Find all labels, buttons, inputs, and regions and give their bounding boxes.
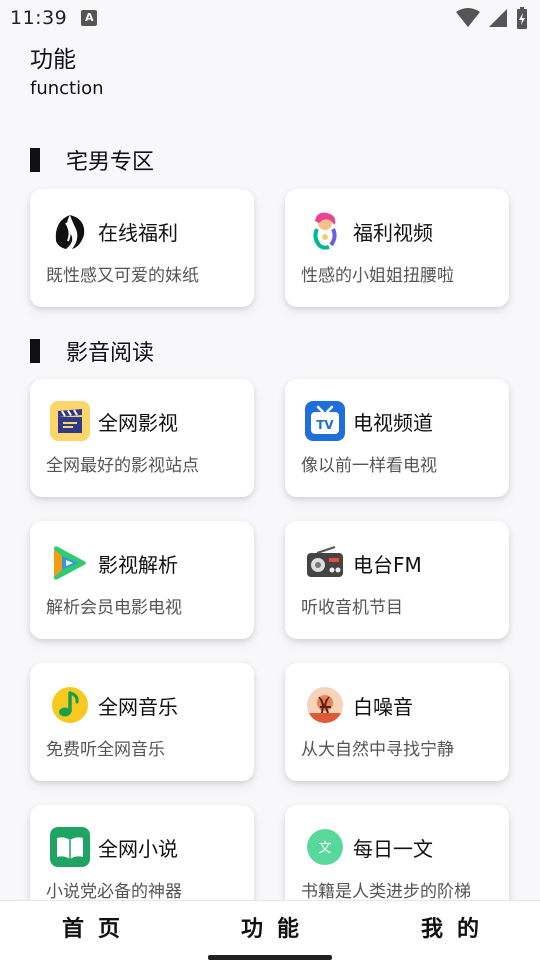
card-title: 电台FM xyxy=(353,553,422,577)
notification-a-icon: A xyxy=(81,10,98,26)
card-white-noise[interactable]: 白噪音 从大自然中寻找宁静 xyxy=(285,663,509,781)
page-subtitle: function xyxy=(30,78,104,99)
svg-text:TV: TV xyxy=(316,418,334,432)
black-swirl-logo-icon xyxy=(52,213,88,249)
nav-mine[interactable]: 我的 xyxy=(421,911,493,943)
nav-function[interactable]: 功能 xyxy=(241,911,313,943)
colorful-girl-sticker-icon xyxy=(313,212,337,250)
card-title: 每日一文 xyxy=(353,837,433,861)
status-left: 11:39 A xyxy=(10,7,98,29)
card-title: 全网小说 xyxy=(98,837,178,861)
card-title: 在线福利 xyxy=(98,221,178,245)
card-desc: 解析会员电影电视 xyxy=(46,598,182,618)
card-desc: 免费听全网音乐 xyxy=(46,740,165,760)
section-title: 影音阅读 xyxy=(66,341,155,366)
section-header-media: 影音阅读 xyxy=(30,335,154,367)
card-title: 电视频道 xyxy=(353,411,433,435)
card-title: 白噪音 xyxy=(353,695,413,719)
svg-text:文: 文 xyxy=(318,841,331,856)
home-indicator[interactable] xyxy=(208,955,332,960)
card-desc: 像以前一样看电视 xyxy=(301,456,437,476)
status-right xyxy=(456,7,528,29)
section-header-zhainan: 宅男专区 xyxy=(30,144,154,176)
sunset-deer-icon xyxy=(307,687,343,723)
card-radio-fm[interactable]: 电台FM 听收音机节目 xyxy=(285,521,509,639)
card-desc: 全网最好的影视站点 xyxy=(46,456,199,476)
card-desc: 小说党必备的神器 xyxy=(46,882,182,902)
card-welfare-video[interactable]: 福利视频 性感的小姐姐扭腰啦 xyxy=(285,189,509,307)
radio-icon xyxy=(307,546,343,577)
bottom-nav: 首页 功能 我的 xyxy=(0,900,540,961)
card-video-parse[interactable]: 影视解析 解析会员电影电视 xyxy=(30,521,254,639)
card-title: 福利视频 xyxy=(353,221,433,245)
card-tv-channel[interactable]: TV 电视频道 像以前一样看电视 xyxy=(285,379,509,497)
wifi-icon xyxy=(456,8,480,27)
status-time: 11:39 xyxy=(10,7,68,29)
nav-home[interactable]: 首页 xyxy=(62,911,134,943)
music-note-icon xyxy=(52,687,88,723)
section-bar xyxy=(30,339,40,363)
card-desc: 书籍是人类进步的阶梯 xyxy=(301,882,471,902)
book-icon xyxy=(50,827,90,867)
card-title: 全网影视 xyxy=(98,411,178,435)
card-desc: 从大自然中寻找宁静 xyxy=(301,740,454,760)
card-all-music[interactable]: 全网音乐 免费听全网音乐 xyxy=(30,663,254,781)
page-header: 功能 function xyxy=(30,44,104,102)
card-title: 全网音乐 xyxy=(98,695,178,719)
signal-icon xyxy=(489,9,507,27)
card-all-movies[interactable]: 全网影视 全网最好的影视站点 xyxy=(30,379,254,497)
play-triangle-icon xyxy=(54,546,86,580)
tv-icon: TV xyxy=(305,401,345,441)
battery-icon xyxy=(517,7,527,29)
wen-text-icon: 文 xyxy=(307,829,343,865)
status-bar: 11:39 A xyxy=(0,0,540,36)
card-desc: 听收音机节目 xyxy=(301,598,403,618)
page-title: 功能 xyxy=(30,47,76,73)
clapperboard-icon xyxy=(50,401,90,441)
card-title: 影视解析 xyxy=(98,553,178,577)
card-desc: 性感的小姐姐扭腰啦 xyxy=(301,266,454,286)
card-online-welfare[interactable]: 在线福利 既性感又可爱的妹纸 xyxy=(30,189,254,307)
section-bar xyxy=(30,148,40,172)
card-desc: 既性感又可爱的妹纸 xyxy=(46,266,199,286)
section-title: 宅男专区 xyxy=(66,150,155,175)
